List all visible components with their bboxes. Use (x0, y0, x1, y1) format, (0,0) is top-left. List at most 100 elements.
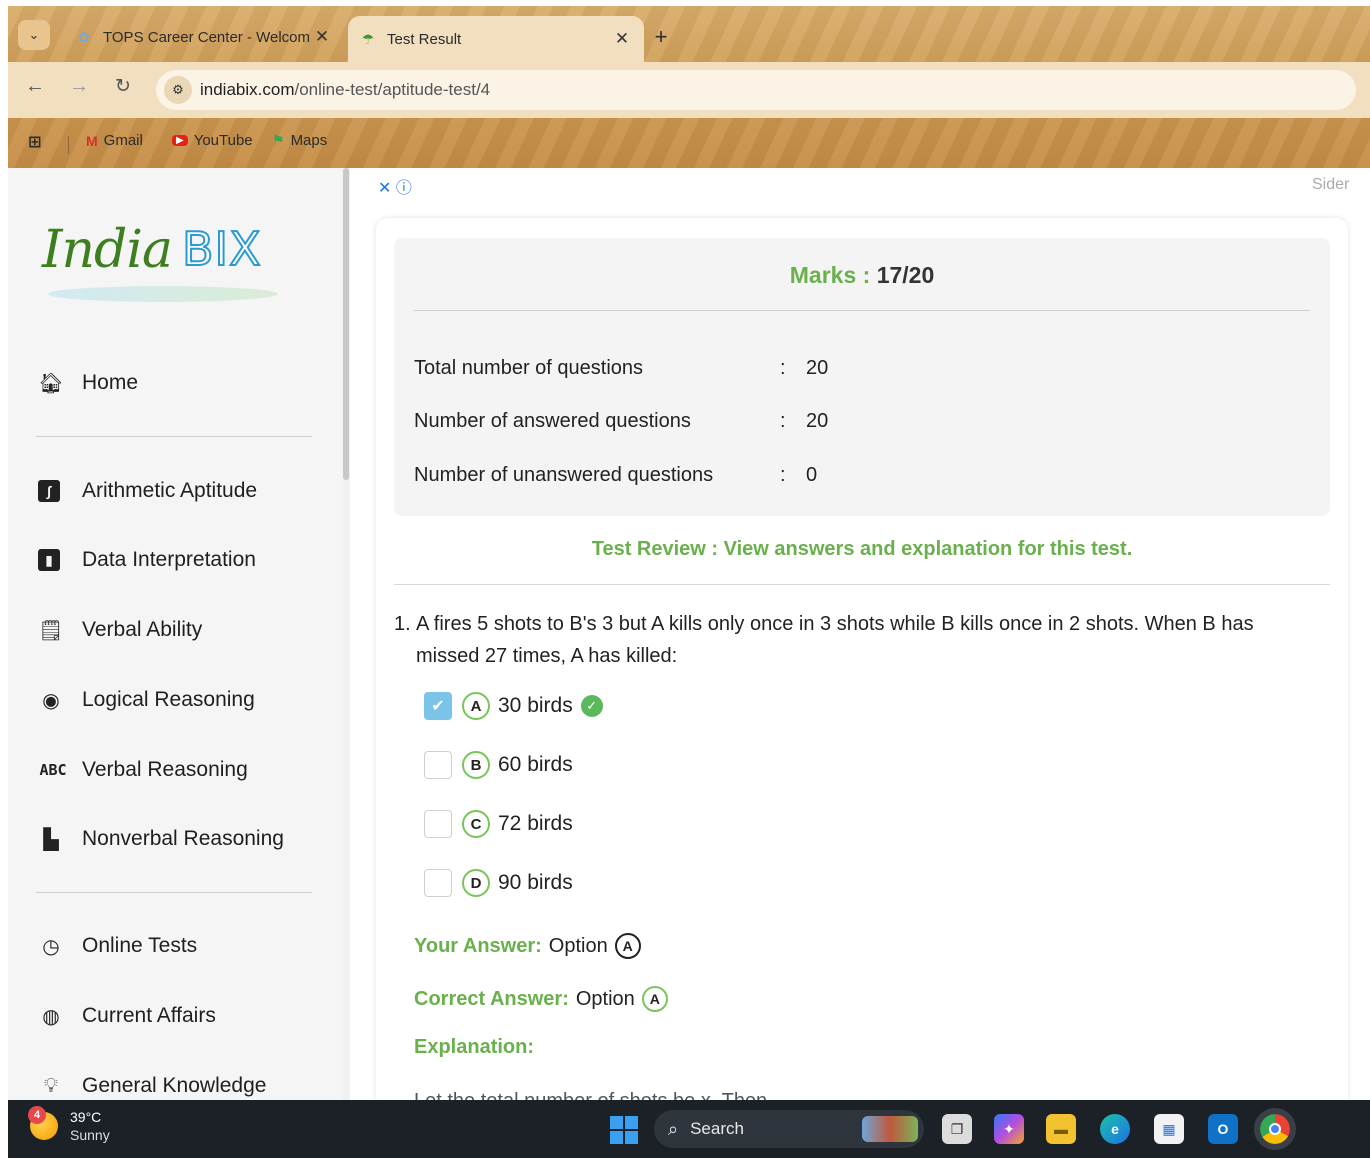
browser-toolbar: ← → ↻ ⚙ indiabix.com/online-test/aptitud… (8, 62, 1370, 118)
test-review-link[interactable]: Test Review : View answers and explanati… (376, 538, 1348, 561)
your-answer-label: Your Answer: (414, 934, 542, 957)
sidebar-item-arithmetic-aptitude[interactable]: ∫ Arithmetic Aptitude (38, 476, 257, 506)
sidebar-item-home[interactable]: 🏠︎ Home (38, 368, 138, 398)
tab-title: TOPS Career Center - Welcome (103, 28, 310, 46)
ad-close-icon[interactable]: ✕ (378, 180, 391, 197)
option-letter: C (462, 810, 490, 838)
url-text[interactable]: indiabix.com/online-test/aptitude-test/4 (200, 80, 490, 100)
forward-arrow-icon[interactable]: → (64, 75, 94, 98)
summary-row-unanswered: Number of unanswered questions : 0 (414, 460, 817, 490)
summary-label: Number of unanswered questions (414, 463, 714, 486)
bookmark-label: YouTube (193, 132, 253, 149)
checkbox-icon[interactable] (424, 869, 452, 897)
browser-chrome: ⌄ ✿ TOPS Career Center - Welcome ✕ ☂ Tes… (8, 6, 1370, 168)
option-b[interactable]: B 60 birds (424, 749, 573, 781)
notification-badge: 4 (28, 1106, 46, 1124)
summary-row-total: Total number of questions : 20 (414, 353, 828, 383)
your-answer-letter: A (614, 933, 641, 959)
weather-temp: 39°C (70, 1109, 102, 1125)
summary-value: 20 (806, 409, 829, 432)
tab-close-icon[interactable]: ✕ (310, 27, 334, 47)
taskbar-search[interactable]: ⌕ Search (654, 1110, 924, 1148)
checkbox-icon[interactable] (424, 751, 452, 779)
sidebar-item-label: General Knowledge (82, 1074, 267, 1097)
logo-arc (48, 286, 278, 302)
outlook-icon[interactable]: O (1208, 1114, 1238, 1144)
correct-answer-value: Option (575, 987, 635, 1010)
tab-search-button[interactable]: ⌄ (18, 20, 50, 50)
option-text: 90 birds (498, 871, 573, 894)
weather-condition: Sunny (70, 1127, 110, 1143)
summary-label: Total number of questions (414, 356, 644, 379)
site-info-icon[interactable]: ⚙ (164, 76, 192, 104)
question-body: A fires 5 shots to B's 3 but A kills onl… (416, 613, 1254, 667)
option-a[interactable]: ✔ A 30 birds ✓ (424, 690, 603, 722)
globe-icon: ◍ (42, 1005, 60, 1028)
copilot-icon[interactable]: ✦ (994, 1114, 1024, 1144)
address-bar[interactable]: ⚙ indiabix.com/online-test/aptitude-test… (156, 70, 1356, 110)
sidebar-item-current-affairs[interactable]: ◍ Current Affairs (38, 1001, 216, 1031)
sidebar-item-logical-reasoning[interactable]: ◉ Logical Reasoning (38, 685, 255, 715)
bookmarks-bar: ⊞ M Gmail ▶ YouTube ⚑ Maps (8, 118, 1370, 168)
tab-tops-career[interactable]: ✿ TOPS Career Center - Welcome ✕ (66, 18, 344, 56)
sidebar-item-general-knowledge[interactable]: 💡︎ General Knowledge (38, 1071, 266, 1100)
new-tab-button[interactable]: + (646, 22, 676, 52)
sidebar-item-verbal-reasoning[interactable]: ABC Verbal Reasoning (38, 755, 247, 785)
summary-row-answered: Number of answered questions : 20 (414, 406, 828, 436)
correct-check-icon: ✓ (580, 695, 603, 717)
shapes-icon: ▙ (43, 828, 59, 851)
indiabix-logo[interactable]: India BIX (32, 212, 312, 312)
chrome-icon[interactable] (1254, 1108, 1296, 1150)
sidebar-item-label: Logical Reasoning (82, 688, 255, 711)
sidebar-item-data-interpretation[interactable]: ▮ Data Interpretation (38, 545, 256, 575)
sidebar-item-nonverbal-reasoning[interactable]: ▙ Nonverbal Reasoning (38, 824, 284, 854)
option-letter: A (462, 692, 490, 720)
back-arrow-icon[interactable]: ← (20, 75, 50, 98)
reload-icon[interactable]: ↻ (108, 75, 138, 98)
checkbox-checked-icon[interactable]: ✔ (424, 692, 452, 720)
bookmark-youtube[interactable]: ▶ YouTube (172, 132, 253, 149)
summary-colon: : (780, 409, 786, 432)
tab-close-icon[interactable]: ✕ (610, 29, 634, 49)
ad-info-icon[interactable]: ⓘ (396, 180, 412, 197)
weather-widget[interactable]: 4 39°C Sunny (28, 1106, 110, 1144)
tab-title: Test Result (387, 30, 462, 48)
logo-india: India (42, 220, 173, 280)
sidebar-divider (36, 892, 312, 893)
file-explorer-icon[interactable]: ▬ (1046, 1114, 1076, 1144)
youtube-icon: ▶ (172, 135, 188, 146)
correct-answer-label: Correct Answer: (414, 987, 569, 1010)
search-icon: ⌕ (668, 1118, 679, 1139)
summary-value: 20 (806, 356, 829, 379)
bookmark-gmail[interactable]: M Gmail (86, 132, 143, 149)
bar-chart-icon: ▮ (38, 549, 60, 571)
summary-value: 0 (806, 463, 818, 486)
windows-start-icon[interactable] (610, 1116, 638, 1144)
test-result-card: Marks : 17/20 Total number of questions … (376, 218, 1348, 1108)
checkbox-icon[interactable] (424, 810, 452, 838)
option-text: 60 birds (498, 753, 573, 776)
sider-label[interactable]: Sider (1312, 176, 1349, 194)
edge-browser-icon[interactable]: e (1100, 1114, 1130, 1144)
sidebar-scrollbar[interactable] (342, 168, 350, 1100)
review-divider (394, 584, 1330, 585)
question-text: 1. A fires 5 shots to B's 3 but A kills … (394, 608, 1314, 672)
correct-answer-letter: A (641, 986, 668, 1012)
integral-icon: ∫ (38, 480, 60, 502)
url-path: /online-test/aptitude-test/4 (294, 80, 491, 99)
microsoft-store-icon[interactable]: ▦ (1154, 1114, 1184, 1144)
bookmark-label: Gmail (103, 132, 143, 149)
tab-test-result[interactable]: ☂ Test Result ✕ (348, 16, 644, 62)
summary-colon: : (780, 356, 786, 379)
sidebar-item-label: Online Tests (82, 934, 198, 957)
task-view-icon[interactable]: ❐ (942, 1114, 972, 1144)
logo-bix: BIX (181, 221, 262, 277)
bookmark-maps[interactable]: ⚑ Maps (272, 132, 327, 149)
option-c[interactable]: C 72 birds (424, 808, 573, 840)
apps-grid-icon[interactable]: ⊞ (28, 132, 47, 152)
sidebar-scrollbar-thumb[interactable] (343, 168, 349, 480)
sidebar-item-verbal-ability[interactable]: 🗒︎ Verbal Ability (38, 615, 202, 645)
option-d[interactable]: D 90 birds (424, 867, 573, 899)
weather-text: 39°C Sunny (70, 1108, 110, 1144)
sidebar-item-online-tests[interactable]: ◷ Online Tests (38, 931, 197, 961)
